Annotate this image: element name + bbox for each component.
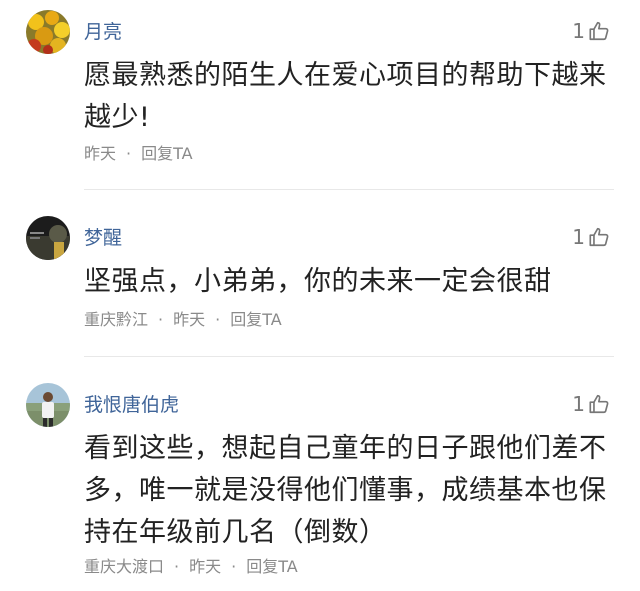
thumbs-up-icon[interactable] [588,393,610,415]
comment-item: 我恨唐伯虎 1 看到这些，想起自己童年的日子跟他们差不多，唯一就是没得他们懂事，… [0,357,640,591]
avatar[interactable] [26,10,70,54]
comment-text: 看到这些，想起自己童年的日子跟他们差不多，唯一就是没得他们懂事，成绩基本也保持在… [84,433,607,548]
reply-link[interactable]: 回复TA [246,557,297,576]
comment-meta: 昨天 · 回复TA [84,144,193,164]
separator-dot: · [231,557,237,576]
comment-item: 月亮 1 愿最熟悉的陌生人在爱心项目的帮助下越来越少! 昨天 · 回复TA [0,0,640,190]
comment-meta: 重庆大渡口 · 昨天 · 回复TA [84,557,298,577]
username[interactable]: 月亮 [84,20,122,44]
comment-item: 梦醒 1 坚强点，小弟弟，你的未来一定会很甜 重庆黔江 · 昨天 · 回复TA [0,190,640,357]
like-button[interactable]: 1 [572,391,610,417]
comment-text: 愿最熟悉的陌生人在爱心项目的帮助下越来越少! [84,60,607,133]
avatar-dark-photo-icon [26,216,70,260]
avatar-person-outdoors-icon [26,383,70,427]
comment-time: 昨天 [84,144,117,163]
like-button[interactable]: 1 [572,18,610,44]
thumbs-up-icon[interactable] [588,226,610,248]
avatar[interactable] [26,383,70,427]
separator-dot: · [215,310,221,329]
like-count: 1 [572,225,585,249]
reply-link[interactable]: 回复TA [230,310,281,329]
comment-location: 重庆大渡口 [84,557,165,576]
comment-text: 坚强点，小弟弟，你的未来一定会很甜 [84,266,552,297]
like-count: 1 [572,19,585,43]
comment-list: 月亮 1 愿最熟悉的陌生人在爱心项目的帮助下越来越少! 昨天 · 回复TA 梦醒… [0,0,640,591]
username[interactable]: 我恨唐伯虎 [84,393,179,417]
comment-time: 昨天 [173,310,206,329]
thumbs-up-icon[interactable] [588,20,610,42]
separator-dot: · [158,310,164,329]
avatar-yellow-flowers-icon [26,10,70,54]
username[interactable]: 梦醒 [84,226,122,250]
comment-time: 昨天 [189,557,222,576]
like-count: 1 [572,392,585,416]
separator-dot: · [174,557,180,576]
like-button[interactable]: 1 [572,224,610,250]
comment-meta: 重庆黔江 · 昨天 · 回复TA [84,310,282,330]
reply-link[interactable]: 回复TA [141,144,192,163]
avatar[interactable] [26,216,70,260]
separator-dot: · [126,144,132,163]
comment-location: 重庆黔江 [84,310,149,329]
